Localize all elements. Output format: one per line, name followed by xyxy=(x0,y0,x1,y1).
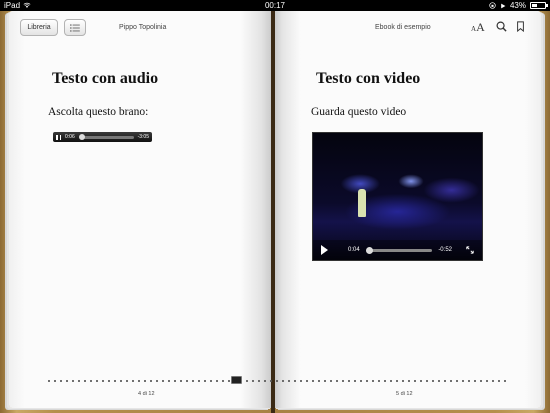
audio-remaining: -3:05 xyxy=(137,134,149,140)
video-performer xyxy=(358,189,366,217)
audio-scrubber[interactable] xyxy=(78,133,134,140)
font-size-icon[interactable]: AA xyxy=(471,21,485,33)
video-scrubber[interactable] xyxy=(365,246,433,254)
left-page-text: Ascolta questo brano: xyxy=(48,106,149,118)
audio-player[interactable]: 0:06 -3:05 xyxy=(53,132,152,142)
fullscreen-icon[interactable] xyxy=(466,246,474,254)
page-scrubber[interactable] xyxy=(46,379,508,383)
left-page-heading: Testo con audio xyxy=(52,70,159,87)
pause-icon[interactable] xyxy=(56,134,61,140)
video-scrubber-knob[interactable] xyxy=(365,246,373,254)
right-page-text: Guarda questo video xyxy=(311,106,407,118)
font-large-a: A xyxy=(476,20,485,34)
library-button-label: Libreria xyxy=(27,24,51,31)
search-icon[interactable] xyxy=(496,21,507,32)
bookmark-icon[interactable] xyxy=(517,21,524,32)
play-icon[interactable] xyxy=(321,245,328,255)
audio-elapsed: 0:06 xyxy=(65,134,75,140)
video-player[interactable]: 0:04 -0:52 xyxy=(312,132,483,261)
right-page-heading: Testo con video xyxy=(316,70,421,87)
battery-icon xyxy=(530,2,548,9)
status-bar: iPad 00:17 43% xyxy=(0,0,550,11)
book-title: Ebook di esempio xyxy=(375,24,431,31)
left-page-number: 4 di 12 xyxy=(138,391,155,397)
audio-scrubber-knob[interactable] xyxy=(78,133,85,140)
video-controls: 0:04 -0:52 xyxy=(313,240,482,260)
library-button[interactable]: Libreria xyxy=(20,19,58,36)
clock: 00:17 xyxy=(264,1,286,10)
orientation-lock-icon xyxy=(489,2,496,9)
right-page-number: 5 di 12 xyxy=(396,391,413,397)
play-status-icon xyxy=(501,3,506,8)
book-spine xyxy=(271,11,275,413)
video-elapsed: 0:04 xyxy=(348,247,360,253)
table-of-contents-button[interactable] xyxy=(64,19,86,36)
book-author-title: Pippo Topolinia xyxy=(119,24,167,31)
battery-percent: 43% xyxy=(509,1,526,10)
video-remaining: -0:52 xyxy=(438,247,452,253)
list-icon xyxy=(70,23,80,32)
page-scrubber-thumb[interactable] xyxy=(231,376,242,384)
